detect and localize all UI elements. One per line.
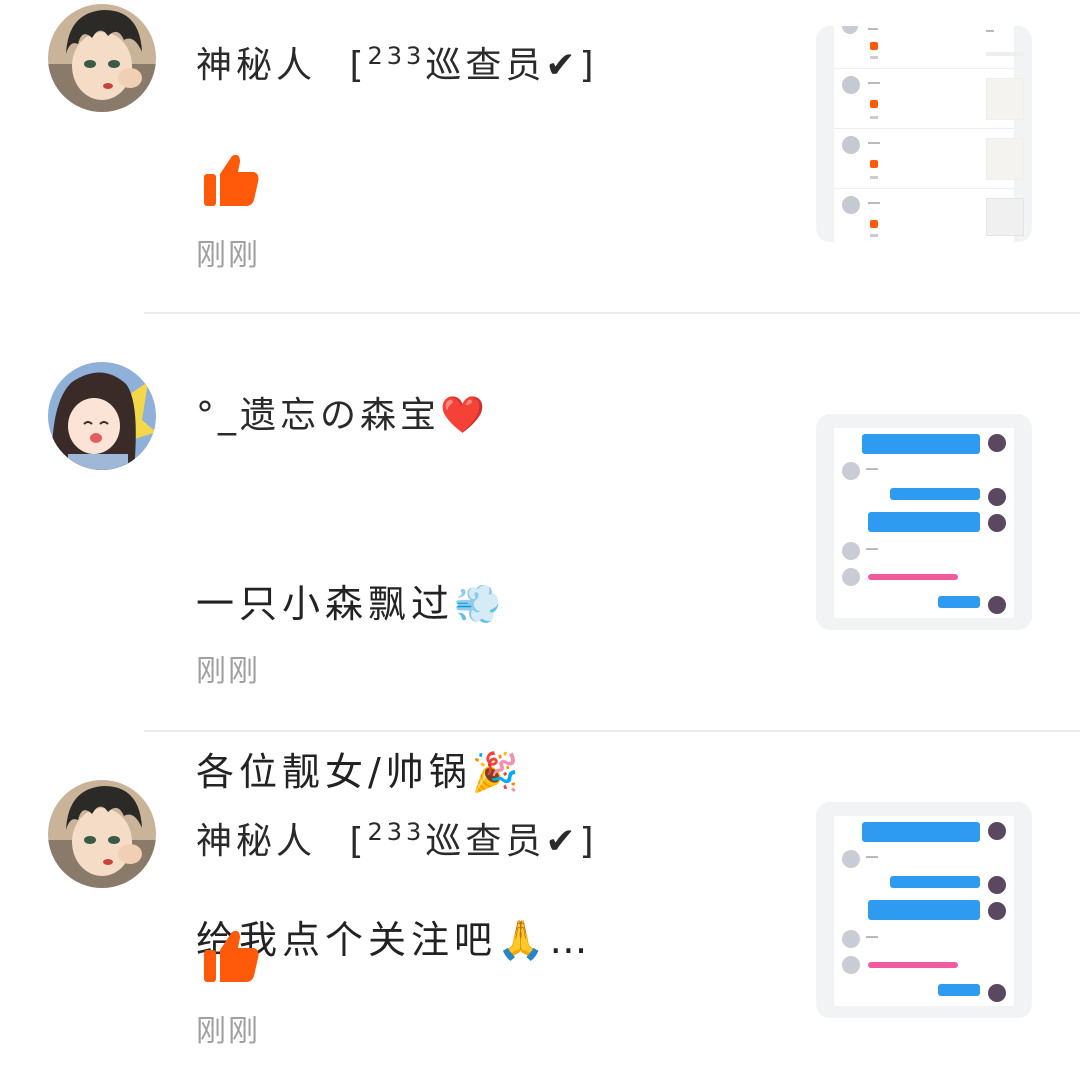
message-line: 一只小森飘过💨 — [196, 582, 507, 626]
badge-bracket-open: [ — [349, 821, 368, 862]
timestamp: 刚刚 — [196, 1014, 260, 1049]
avatar[interactable] — [48, 4, 156, 112]
avatar[interactable] — [48, 780, 156, 888]
badge-bracket-close: ] — [579, 45, 598, 86]
username[interactable]: 神秘人 [233巡查员✔] — [196, 810, 598, 864]
post-thumbnail[interactable] — [816, 802, 1032, 1018]
timestamp: 刚刚 — [196, 238, 260, 273]
notification-item[interactable]: °_遗忘の森宝❤️ 一只小森飘过💨 各位靓女/帅锅🎉 给我点个关注吧🙏… 刚刚 — [0, 314, 1080, 962]
badge-bracket-close: ] — [579, 821, 598, 862]
notification-item[interactable]: 神秘人 [233巡查员✔] 刚刚 — [0, 732, 1080, 1072]
avatar[interactable] — [48, 362, 156, 470]
timestamp: 刚刚 — [196, 654, 260, 689]
badge-number: 233 — [367, 42, 426, 70]
post-thumbnail[interactable] — [816, 414, 1032, 630]
username[interactable]: °_遗忘の森宝❤️ — [196, 394, 489, 438]
thumbs-up-icon — [204, 154, 259, 206]
badge-number: 233 — [367, 818, 426, 846]
username-text: 神秘人 — [196, 45, 317, 86]
badge-bracket-open: [ — [349, 45, 368, 86]
username-text: 神秘人 — [196, 821, 317, 862]
post-thumbnail[interactable] — [816, 26, 1032, 242]
badge-text: 巡查员✔ — [425, 45, 580, 86]
username[interactable]: 神秘人 [233巡查员✔] — [196, 34, 598, 88]
thumbs-up-icon — [204, 930, 259, 982]
badge-text: 巡查员✔ — [425, 821, 580, 862]
notification-item[interactable]: 神秘人 [233巡查员✔] 刚刚 — [0, 0, 1080, 312]
